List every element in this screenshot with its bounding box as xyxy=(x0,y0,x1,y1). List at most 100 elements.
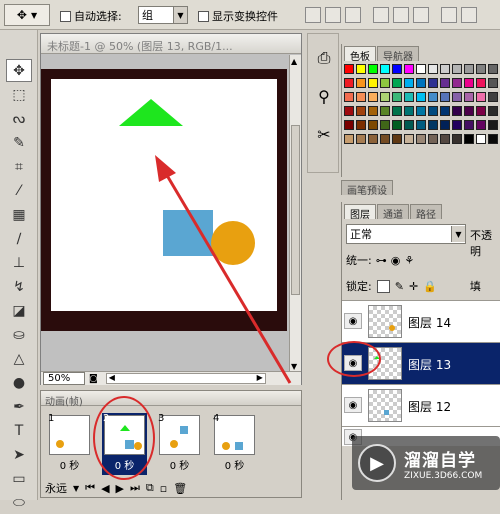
color-swatch[interactable] xyxy=(428,134,438,144)
clone-stamp-tool-icon[interactable]: ⊥ xyxy=(6,251,32,274)
color-swatch[interactable] xyxy=(476,78,486,88)
horizontal-scrollbar[interactable]: ◀ ▶ xyxy=(105,373,266,384)
color-swatch[interactable] xyxy=(440,92,450,102)
color-swatch[interactable] xyxy=(404,120,414,130)
color-swatch[interactable] xyxy=(344,120,354,130)
color-swatch[interactable] xyxy=(428,64,438,74)
color-swatch[interactable] xyxy=(380,78,390,88)
healing-brush-tool-icon[interactable]: ▦ xyxy=(6,203,32,226)
color-swatch[interactable] xyxy=(452,64,462,74)
frame-delay[interactable]: 0 秒 xyxy=(157,457,202,472)
layer-name[interactable]: 图层 14 xyxy=(408,314,451,331)
actions-panel-icon[interactable]: ⚲ xyxy=(310,82,338,110)
color-swatch[interactable] xyxy=(356,64,366,74)
type-tool-icon[interactable]: T xyxy=(6,419,32,442)
brush-tool-icon[interactable]: ∕ xyxy=(6,227,32,250)
color-swatch[interactable] xyxy=(380,64,390,74)
color-swatch[interactable] xyxy=(416,64,426,74)
layer-name[interactable]: 图层 13 xyxy=(408,356,451,373)
color-swatch[interactable] xyxy=(356,92,366,102)
scrollbar-thumb[interactable] xyxy=(291,125,300,295)
color-swatch[interactable] xyxy=(380,92,390,102)
color-swatch[interactable] xyxy=(344,134,354,144)
play-icon[interactable]: ▶ xyxy=(116,482,124,495)
status-info-icon[interactable]: ◙ xyxy=(89,374,98,384)
color-swatch[interactable] xyxy=(452,92,462,102)
tools-presets-icon[interactable]: ✂ xyxy=(310,120,338,148)
tool-preset-picker[interactable]: ✥ ▼ xyxy=(4,4,50,26)
color-swatch[interactable] xyxy=(488,120,498,130)
auto-select-checkbox[interactable] xyxy=(60,10,71,22)
scroll-up-icon[interactable]: ▲ xyxy=(291,57,297,66)
color-swatch[interactable] xyxy=(392,106,402,116)
color-swatch[interactable] xyxy=(488,106,498,116)
pen-tool-icon[interactable]: ✒ xyxy=(6,395,32,418)
align-left-icon[interactable] xyxy=(373,7,389,23)
color-swatch[interactable] xyxy=(404,106,414,116)
frame-delay[interactable]: 0 秒 xyxy=(47,457,92,472)
color-swatch[interactable] xyxy=(476,92,486,102)
paint-bucket-tool-icon[interactable]: ⛀ xyxy=(6,323,32,346)
eyedropper-tool-icon[interactable]: ⁄ xyxy=(6,179,32,202)
color-swatch[interactable] xyxy=(452,78,462,88)
color-swatch[interactable] xyxy=(440,78,450,88)
auto-select-dropdown[interactable]: 组 ▼ xyxy=(138,6,188,24)
align-right-icon[interactable] xyxy=(413,7,429,23)
tab-brush-presets[interactable]: 画笔预设 xyxy=(341,180,393,197)
eraser-tool-icon[interactable]: ◪ xyxy=(6,299,32,322)
color-swatch[interactable] xyxy=(344,106,354,116)
loop-dropdown[interactable]: 永远 xyxy=(45,480,67,496)
scroll-down-icon[interactable]: ▼ xyxy=(291,362,297,371)
color-swatch[interactable] xyxy=(368,120,378,130)
tab-swatches[interactable]: 色板 xyxy=(344,46,376,63)
align-vcenter-icon[interactable] xyxy=(325,7,341,23)
move-tool-icon[interactable]: ✥ xyxy=(6,59,32,82)
animation-frame-4[interactable]: 4 0 秒 xyxy=(212,413,257,475)
next-frame-icon[interactable]: ⏭ xyxy=(130,481,140,495)
color-swatch[interactable] xyxy=(428,106,438,116)
color-swatch[interactable] xyxy=(404,64,414,74)
color-swatch[interactable] xyxy=(440,134,450,144)
crop-tool-icon[interactable]: ⌗ xyxy=(6,155,32,178)
color-swatch[interactable] xyxy=(416,106,426,116)
zoom-field[interactable]: 50% xyxy=(43,372,85,385)
color-swatch[interactable] xyxy=(464,134,474,144)
color-swatch[interactable] xyxy=(428,78,438,88)
path-select-tool-icon[interactable]: ➤ xyxy=(6,443,32,466)
color-swatch[interactable] xyxy=(344,92,354,102)
color-swatch[interactable] xyxy=(464,120,474,130)
first-frame-icon[interactable]: ⏮ xyxy=(85,481,95,495)
align-bottom-icon[interactable] xyxy=(345,7,361,23)
color-swatch[interactable] xyxy=(356,134,366,144)
distribute-center-icon[interactable] xyxy=(461,7,477,23)
swatch-grid[interactable] xyxy=(344,64,500,170)
color-swatch[interactable] xyxy=(368,134,378,144)
color-swatch[interactable] xyxy=(440,106,450,116)
color-swatch[interactable] xyxy=(464,78,474,88)
color-swatch[interactable] xyxy=(416,120,426,130)
show-transform-checkbox[interactable] xyxy=(198,10,209,22)
color-swatch[interactable] xyxy=(356,106,366,116)
animation-panel-title[interactable]: 动画(帧) xyxy=(41,391,301,408)
align-hcenter-icon[interactable] xyxy=(393,7,409,23)
lock-pixels-icon[interactable]: ✎ xyxy=(395,280,404,293)
color-swatch[interactable] xyxy=(488,92,498,102)
color-swatch[interactable] xyxy=(392,120,402,130)
color-swatch[interactable] xyxy=(476,64,486,74)
color-swatch[interactable] xyxy=(464,92,474,102)
color-swatch[interactable] xyxy=(452,120,462,130)
canvas-area[interactable] xyxy=(41,55,289,371)
delete-frame-icon[interactable]: 🗑 xyxy=(173,482,187,495)
color-swatch[interactable] xyxy=(380,120,390,130)
quick-select-tool-icon[interactable]: ✎ xyxy=(6,131,32,154)
lock-position-icon[interactable]: ✛ xyxy=(409,280,418,293)
color-swatch[interactable] xyxy=(368,92,378,102)
tab-navigator[interactable]: 导航器 xyxy=(377,46,419,63)
frame-delay[interactable]: 0 秒 xyxy=(212,457,257,472)
color-swatch[interactable] xyxy=(440,120,450,130)
color-swatch[interactable] xyxy=(428,92,438,102)
scroll-right-icon[interactable]: ▶ xyxy=(257,373,263,382)
color-swatch[interactable] xyxy=(416,92,426,102)
scroll-left-icon[interactable]: ◀ xyxy=(109,373,115,382)
layer-name[interactable]: 图层 12 xyxy=(408,398,451,415)
